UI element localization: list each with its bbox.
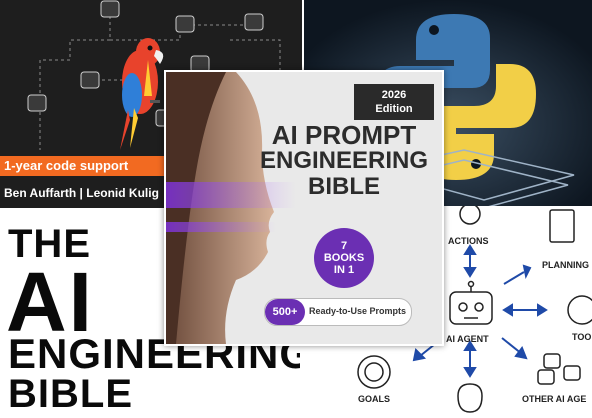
planning-icon — [549, 209, 575, 243]
cover-ai-prompt-engineering: 2026 Edition AI PROMPT ENGINEERING BIBLE… — [164, 70, 444, 346]
robot-icon — [449, 280, 493, 325]
label-actions: ACTIONS — [448, 236, 489, 246]
books-seal: 7 BOOKS IN 1 — [314, 228, 374, 288]
actions-icon — [459, 206, 481, 225]
prompts-pill: 500+ Ready-to-Use Prompts — [264, 298, 412, 326]
node-icon — [100, 0, 120, 18]
title-line: BIBLE — [308, 173, 380, 200]
parrot-icon — [120, 38, 164, 150]
node-icon — [27, 94, 47, 112]
label-other-agents: OTHER AI AGE — [522, 394, 587, 404]
pill-text: Ready-to-Use Prompts — [309, 306, 407, 316]
title-line: BIBLE — [8, 372, 133, 416]
support-band: 1-year code support — [0, 156, 164, 176]
label-planning: PLANNING — [542, 260, 589, 270]
edition-text: 2026 Edition — [375, 89, 413, 115]
book-title: AI PROMPT ENGINEERING BIBLE — [250, 122, 438, 200]
edition-badge: 2026 Edition — [354, 84, 434, 120]
pill-number: 500+ — [265, 299, 305, 325]
label-tools: TOO — [572, 332, 592, 342]
label-goals: GOALS — [358, 394, 391, 404]
brain-icon — [457, 383, 483, 413]
other-agents-icon — [537, 353, 581, 385]
node-icon — [244, 13, 264, 31]
authors: Ben Auffarth | Leonid Kulig — [4, 186, 159, 200]
title-line: ENGINEERING — [259, 147, 429, 174]
target-icon — [357, 355, 391, 389]
gear-icon — [567, 295, 592, 325]
seal-text: 7 BOOKS IN 1 — [323, 240, 365, 276]
band-text: 1-year code support — [4, 158, 129, 173]
node-icon — [80, 71, 100, 89]
node-icon — [175, 15, 195, 33]
title-line: AI PROMPT — [271, 120, 417, 150]
label-ai-agent: AI AGENT — [446, 334, 489, 344]
